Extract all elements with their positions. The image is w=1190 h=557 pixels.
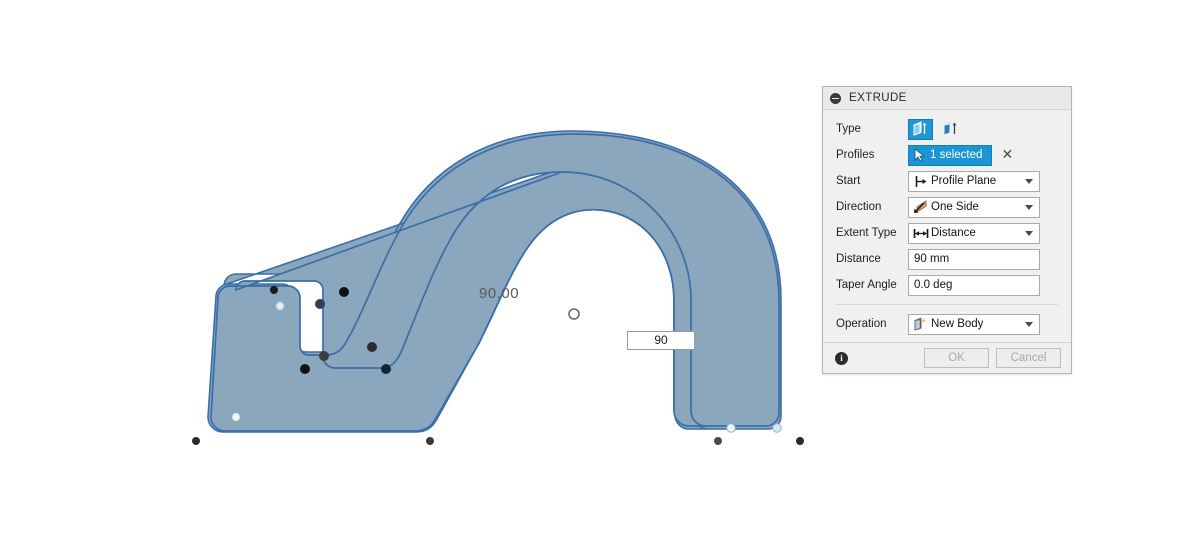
- body-silhouette-group: [210, 133, 780, 432]
- sketch-point[interactable]: [339, 287, 349, 297]
- row-profiles: Profiles 1 selected ✕: [823, 142, 1071, 168]
- one-side-arrow-icon: [912, 200, 929, 214]
- direction-dropdown[interactable]: One Side: [908, 196, 1040, 218]
- direction-value: One Side: [931, 201, 979, 213]
- profile-plane-icon: [912, 175, 929, 188]
- sketch-point[interactable]: [714, 437, 722, 445]
- clear-selection-icon[interactable]: ✕: [1001, 148, 1013, 162]
- operation-dropdown[interactable]: New Body: [908, 313, 1040, 335]
- loft-extrude-icon[interactable]: [938, 119, 963, 140]
- sketch-point[interactable]: [367, 342, 377, 352]
- sketch-point[interactable]: [270, 286, 278, 294]
- modeling-canvas[interactable]: 90.00 90: [0, 0, 822, 557]
- hole-marker[interactable]: [772, 423, 782, 433]
- row-start: Start Profile Plane: [823, 168, 1071, 194]
- sketch-point[interactable]: [319, 351, 329, 361]
- start-field: Profile Plane: [908, 170, 1059, 192]
- type-options: [908, 118, 1059, 140]
- extent-type-field: Distance: [908, 222, 1059, 244]
- start-value: Profile Plane: [931, 175, 997, 187]
- distance-arrows-icon: [912, 227, 929, 240]
- body-silhouette[interactable]: [210, 133, 780, 432]
- divider: [836, 304, 1058, 305]
- row-direction: Direction One Side: [823, 194, 1071, 220]
- row-type: Type: [823, 116, 1071, 142]
- operation-label: Operation: [836, 318, 887, 330]
- distance-input[interactable]: 90 mm: [908, 248, 1040, 270]
- profiles-chip-label: 1 selected: [930, 149, 983, 161]
- chevron-down-icon[interactable]: [1025, 205, 1033, 210]
- operation-field: New Body: [908, 313, 1059, 335]
- direction-label: Direction: [836, 201, 882, 213]
- dialog-title: EXTRUDE: [849, 92, 907, 104]
- ok-button[interactable]: OK: [924, 348, 989, 368]
- dimension-input-field[interactable]: 90: [627, 331, 695, 350]
- dialog-titlebar[interactable]: EXTRUDE: [823, 87, 1071, 110]
- start-dropdown[interactable]: Profile Plane: [908, 170, 1040, 192]
- dialog-footer: i OK Cancel: [823, 342, 1071, 373]
- type-label: Type: [836, 123, 861, 135]
- taper-angle-input[interactable]: 0.0 deg: [908, 274, 1040, 296]
- cursor-arrow-icon: [914, 148, 926, 162]
- chevron-down-icon[interactable]: [1025, 322, 1033, 327]
- dialog-body: Type Profiles 1 selected ✕ Start Profile…: [823, 110, 1071, 337]
- sketch-point[interactable]: [426, 437, 434, 445]
- info-icon[interactable]: i: [835, 351, 848, 365]
- taper-angle-label: Taper Angle: [836, 279, 897, 291]
- profiles-field: 1 selected ✕: [908, 144, 1059, 166]
- sketch-point[interactable]: [300, 364, 310, 374]
- hole-marker[interactable]: [726, 423, 736, 433]
- direction-field: One Side: [908, 196, 1059, 218]
- row-distance: Distance 90 mm: [823, 246, 1071, 272]
- drag-handle-circle[interactable]: [568, 308, 580, 320]
- sketch-geometry: [192, 130, 804, 445]
- sketch-point[interactable]: [796, 437, 804, 445]
- cancel-button[interactable]: Cancel: [996, 348, 1061, 368]
- new-body-icon: [912, 317, 929, 331]
- collapse-minus-icon[interactable]: [830, 92, 841, 104]
- extent-type-label: Extent Type: [836, 227, 897, 239]
- distance-field: 90 mm: [908, 248, 1059, 270]
- chevron-down-icon[interactable]: [1025, 231, 1033, 236]
- sketch-point[interactable]: [381, 364, 391, 374]
- row-operation: Operation New Body: [823, 311, 1071, 337]
- profile-extrude-icon[interactable]: [908, 118, 933, 140]
- hole-marker[interactable]: [275, 301, 285, 311]
- row-extent-type: Extent Type Distance: [823, 220, 1071, 246]
- sketch-point[interactable]: [192, 437, 200, 445]
- profiles-selection-chip[interactable]: 1 selected: [908, 144, 993, 166]
- hole-marker[interactable]: [231, 412, 241, 422]
- extrude-dialog[interactable]: EXTRUDE Type Profiles 1 selected ✕ Start…: [822, 86, 1072, 374]
- row-taper-angle: Taper Angle 0.0 deg: [823, 272, 1071, 298]
- extent-type-value: Distance: [931, 227, 976, 239]
- profiles-label: Profiles: [836, 149, 875, 161]
- chevron-down-icon[interactable]: [1025, 179, 1033, 184]
- taper-angle-field: 0.0 deg: [908, 274, 1059, 296]
- extent-type-dropdown[interactable]: Distance: [908, 222, 1040, 244]
- sketch-point[interactable]: [315, 299, 325, 309]
- start-label: Start: [836, 175, 861, 187]
- operation-value: New Body: [931, 318, 984, 330]
- distance-label: Distance: [836, 253, 881, 265]
